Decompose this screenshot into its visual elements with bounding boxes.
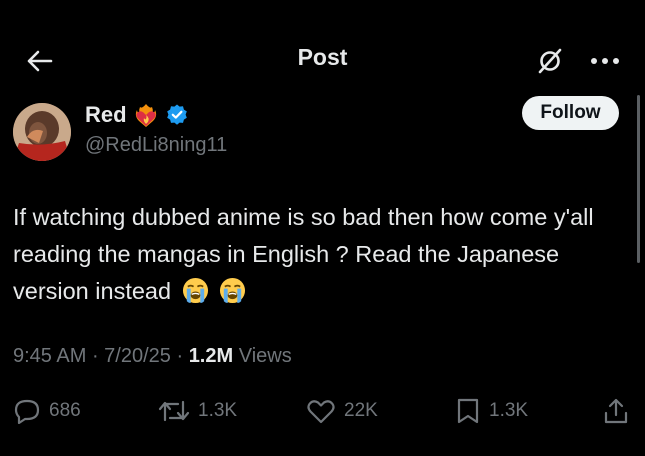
heart-icon	[307, 400, 335, 424]
verified-badge-icon	[166, 104, 187, 125]
post-text: If watching dubbed anime is so bad then …	[13, 199, 635, 310]
reply-icon	[14, 399, 40, 424]
post-time[interactable]: 9:45 AM	[13, 345, 86, 367]
loudly-crying-face-icon	[220, 277, 246, 304]
author-handle[interactable]: @RedLi8ning11	[85, 134, 227, 157]
post-meta: 9:45 AM · 7/20/25 · 1.2M Views	[13, 345, 292, 368]
repost-button[interactable]: 1.3K	[158, 395, 237, 427]
views-label: Views	[238, 345, 292, 367]
author-name-row: Red	[85, 100, 189, 130]
author-name[interactable]: Red	[85, 102, 127, 128]
post-text-content: If watching dubbed anime is so bad then …	[13, 204, 594, 304]
bookmark-button[interactable]: 1.3K	[455, 395, 528, 427]
reply-button[interactable]: 686	[13, 395, 81, 427]
bookmark-icon	[457, 398, 479, 424]
like-button[interactable]: 22K	[306, 395, 378, 427]
like-count: 22K	[344, 400, 378, 421]
share-button[interactable]	[602, 395, 630, 427]
repost-icon	[158, 400, 190, 422]
heart-on-fire-icon	[135, 104, 156, 127]
avatar[interactable]	[13, 103, 71, 161]
reply-count: 686	[49, 400, 81, 421]
meta-separator: ·	[91, 345, 105, 367]
grok-icon	[538, 48, 562, 74]
share-icon	[604, 398, 628, 424]
follow-button[interactable]: Follow	[522, 96, 619, 130]
more-dots-icon	[591, 58, 619, 64]
more-options-button[interactable]	[585, 44, 625, 78]
bookmark-count: 1.3K	[489, 400, 529, 421]
loudly-crying-face-icon	[182, 277, 208, 304]
post-date[interactable]: 7/20/25	[104, 345, 171, 367]
avatar-image	[13, 103, 71, 161]
views-count: 1.2M	[188, 345, 234, 367]
meta-separator: ·	[176, 345, 189, 367]
scrollbar[interactable]	[637, 95, 640, 263]
grok-button[interactable]	[533, 44, 567, 78]
repost-count: 1.3K	[198, 400, 238, 421]
